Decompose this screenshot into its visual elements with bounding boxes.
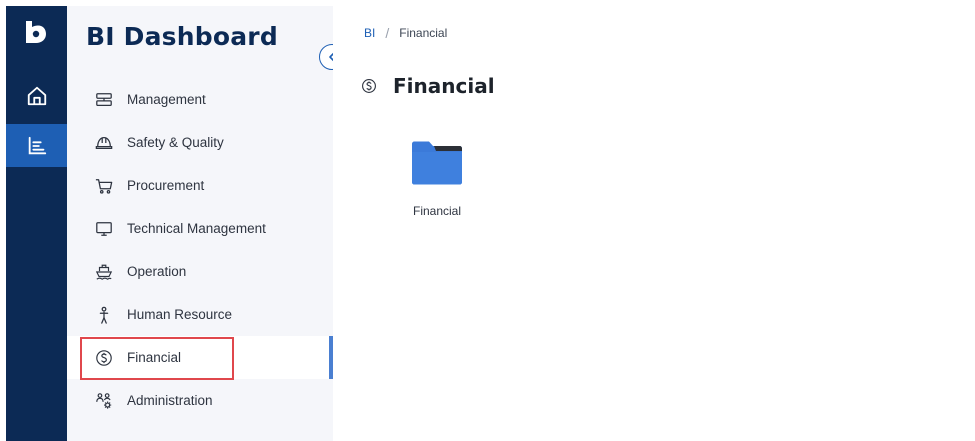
app-logo-icon[interactable]: [22, 19, 48, 45]
sidebar-item-procurement[interactable]: Procurement: [67, 164, 333, 207]
sidebar-item-label: Management: [127, 92, 206, 107]
breadcrumb-current: Financial: [399, 26, 448, 40]
analytics-icon: [28, 136, 46, 154]
sidebar-item-label: Operation: [127, 264, 187, 279]
sidebar-item-technical-management[interactable]: Technical Management: [67, 207, 333, 250]
ship-icon: [95, 263, 113, 281]
sidebar-item-label: Administration: [127, 393, 213, 408]
sidebar-item-label: Technical Management: [127, 221, 266, 236]
breadcrumb-root-link[interactable]: BI: [364, 26, 375, 40]
sidebar-nav: Management Safety & Quality Procurement …: [67, 78, 333, 422]
folder-tile-financial[interactable]: Financial: [395, 140, 479, 218]
sidebar-item-label: Safety & Quality: [127, 135, 224, 150]
sidebar: BI Dashboard Management Safety & Quality…: [67, 6, 333, 441]
hard-hat-icon: [95, 134, 113, 152]
home-icon: [27, 86, 46, 105]
sidebar-item-management[interactable]: Management: [67, 78, 333, 121]
breadcrumb: BI / Financial: [364, 25, 447, 41]
sidebar-item-safety-quality[interactable]: Safety & Quality: [67, 121, 333, 164]
cart-icon: [95, 177, 113, 195]
sidebar-item-label: Human Resource: [127, 307, 233, 322]
sidebar-item-financial[interactable]: Financial: [67, 336, 333, 379]
app-rail: [6, 6, 67, 441]
dollar-coin-icon: [362, 79, 376, 93]
main-content: BI / Financial Financial Financial: [333, 6, 975, 441]
page-header: Financial: [361, 74, 495, 98]
sidebar-item-administration[interactable]: Administration: [67, 379, 333, 422]
sidebar-item-label: Procurement: [127, 178, 205, 193]
folder-icon: [412, 141, 462, 185]
sidebar-item-operation[interactable]: Operation: [67, 250, 333, 293]
page-title: Financial: [393, 74, 495, 98]
dollar-coin-icon: [95, 349, 113, 367]
person-icon: [95, 306, 113, 324]
monitor-icon: [95, 220, 113, 238]
rail-home-button[interactable]: [6, 74, 67, 117]
sidebar-item-label: Financial: [127, 350, 182, 365]
management-icon: [95, 91, 113, 109]
folder-label: Financial: [412, 204, 462, 218]
sidebar-item-human-resource[interactable]: Human Resource: [67, 293, 333, 336]
breadcrumb-separator: /: [385, 25, 390, 41]
app-window: BI Dashboard Management Safety & Quality…: [0, 0, 975, 441]
rail-analytics-button[interactable]: [6, 124, 67, 167]
sidebar-title: BI Dashboard: [86, 22, 278, 51]
people-gear-icon: [95, 392, 113, 410]
